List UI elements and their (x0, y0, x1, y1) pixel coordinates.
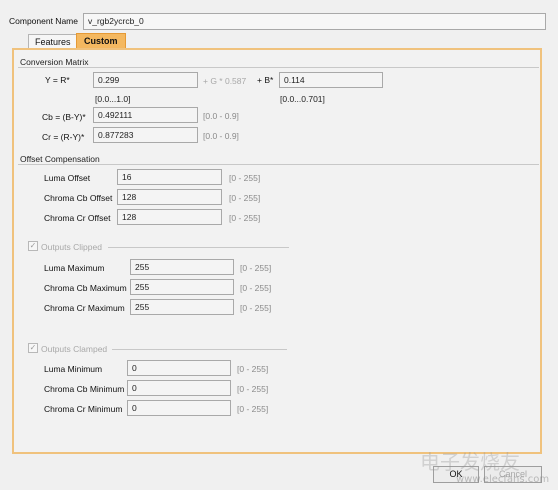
luma-minimum-input[interactable]: 0 (127, 360, 231, 376)
r-range: [0.0...1.0] (95, 94, 131, 104)
cr-label: Cr = (R-Y)* (42, 132, 85, 142)
chroma-cb-offset-label: Chroma Cb Offset (44, 193, 113, 203)
luma-offset-range: [0 - 255] (229, 173, 261, 183)
cr-range: [0.0 - 0.9] (203, 131, 239, 141)
luma-offset-input[interactable]: 16 (117, 169, 222, 185)
b-label: + B* (257, 75, 274, 85)
chroma-cr-offset-input[interactable]: 128 (117, 209, 222, 225)
outputs-clipped-label: Outputs Clipped (41, 242, 102, 252)
outputs-clipped-separator (108, 247, 289, 248)
luma-minimum-range: [0 - 255] (237, 364, 269, 374)
chroma-cr-offset-range: [0 - 255] (229, 213, 261, 223)
outputs-clipped-checkbox[interactable]: ✓ (28, 241, 38, 251)
cb-range: [0.0 - 0.9] (203, 111, 239, 121)
luma-maximum-label: Luma Maximum (44, 263, 105, 273)
chroma-cr-maximum-input[interactable]: 255 (130, 299, 234, 315)
luma-minimum-label: Luma Minimum (44, 364, 103, 374)
chroma-cr-offset-label: Chroma Cr Offset (44, 213, 111, 223)
chroma-cr-minimum-label: Chroma Cr Minimum (44, 404, 123, 414)
chroma-cb-minimum-input[interactable]: 0 (127, 380, 231, 396)
b-range: [0.0...0.701] (280, 94, 325, 104)
cr-coefficient-input[interactable]: 0.877283 (93, 127, 198, 143)
component-name-input[interactable]: v_rgb2ycrcb_0 (83, 13, 546, 30)
outputs-clamped-separator (112, 349, 287, 350)
watermark-url: www.elecfans.com (456, 474, 550, 485)
offset-compensation-separator (18, 164, 539, 165)
luma-maximum-input[interactable]: 255 (130, 259, 234, 275)
outputs-clamped-label: Outputs Clamped (41, 344, 108, 354)
y-r-coefficient-input[interactable]: 0.299 (93, 72, 198, 88)
chroma-cb-minimum-range: [0 - 255] (237, 384, 269, 394)
y-b-coefficient-input[interactable]: 0.114 (279, 72, 383, 88)
chroma-cr-minimum-range: [0 - 255] (237, 404, 269, 414)
y-label: Y = R* (45, 75, 70, 85)
conversion-matrix-separator (18, 67, 539, 68)
luma-maximum-range: [0 - 255] (240, 263, 272, 273)
component-name-label: Component Name (9, 16, 78, 26)
outputs-clamped-checkbox[interactable]: ✓ (28, 343, 38, 353)
luma-offset-label: Luma Offset (44, 173, 91, 183)
chroma-cb-minimum-label: Chroma Cb Minimum (44, 384, 125, 394)
watermark-logo: 电子发烧友 (420, 450, 520, 474)
tab-custom[interactable]: Custom (76, 33, 126, 49)
chroma-cb-maximum-label: Chroma Cb Maximum (44, 283, 127, 293)
chroma-cb-maximum-input[interactable]: 255 (130, 279, 234, 295)
chroma-cb-offset-range: [0 - 255] (229, 193, 261, 203)
tab-features[interactable]: Features (28, 34, 78, 49)
chroma-cb-offset-input[interactable]: 128 (117, 189, 222, 205)
chroma-cb-maximum-range: [0 - 255] (240, 283, 272, 293)
chroma-cr-maximum-range: [0 - 255] (240, 303, 272, 313)
cb-label: Cb = (B-Y)* (42, 112, 86, 122)
chroma-cr-maximum-label: Chroma Cr Maximum (44, 303, 125, 313)
offset-compensation-title: Offset Compensation (20, 154, 100, 164)
conversion-matrix-title: Conversion Matrix (20, 57, 89, 67)
g-coefficient-text: + G * 0.587 (203, 76, 247, 86)
chroma-cr-minimum-input[interactable]: 0 (127, 400, 231, 416)
cb-coefficient-input[interactable]: 0.492111 (93, 107, 198, 123)
